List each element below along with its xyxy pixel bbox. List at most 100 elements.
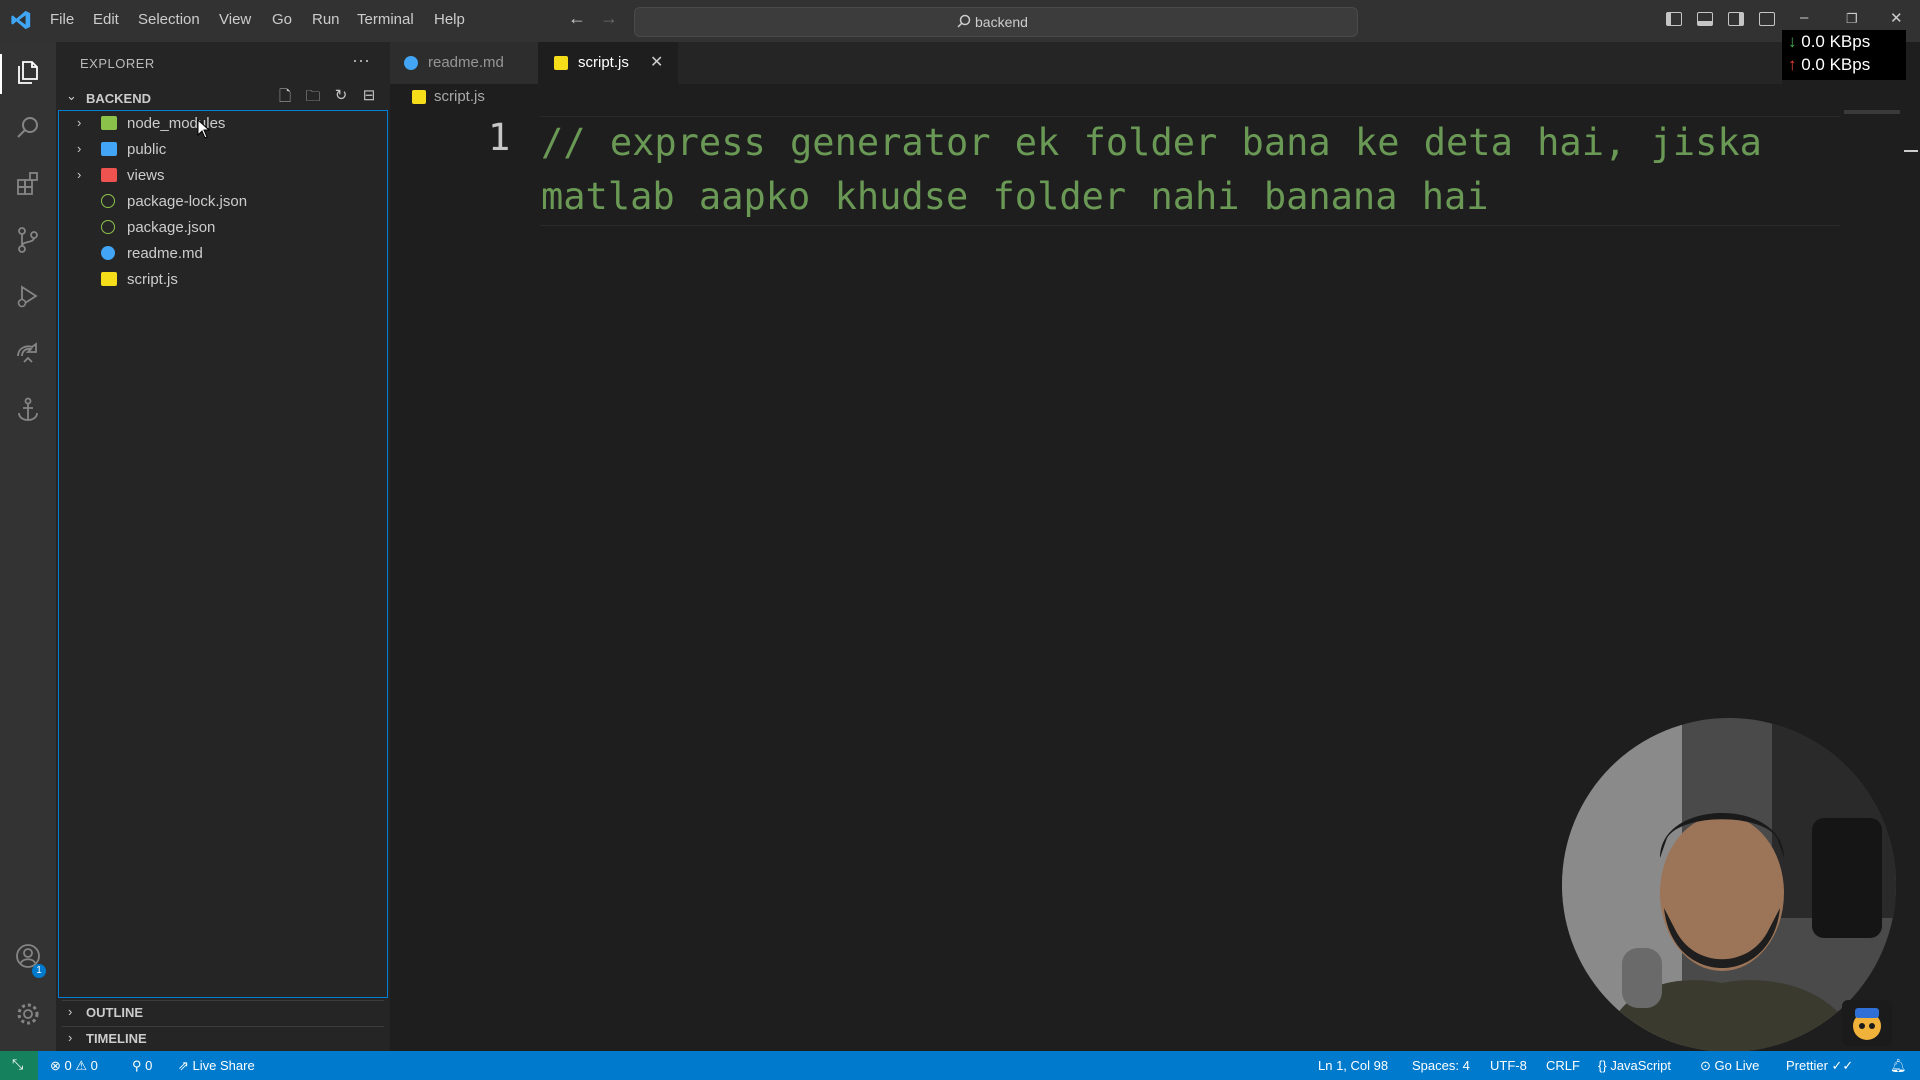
tree-item-package-json[interactable]: package.json [71, 215, 381, 241]
menu-help[interactable]: Help [434, 11, 465, 28]
language-label: JavaScript [1610, 1058, 1672, 1073]
new-folder-icon[interactable]: 🗀 [304, 86, 322, 105]
tree-item-package-lock-json[interactable]: package-lock.json [71, 189, 381, 215]
live-share-label: Live Share [192, 1058, 255, 1073]
menu-terminal[interactable]: Terminal [357, 11, 414, 28]
go-live-button[interactable]: ⊙ Go Live [1700, 1058, 1759, 1074]
cursor-position[interactable]: Ln 1, Col 98 [1318, 1058, 1388, 1073]
scrollbar-marker [1904, 150, 1918, 152]
more-actions-icon[interactable]: ··· [352, 50, 370, 71]
tree-item-node-modules[interactable]: › node_modules [71, 111, 381, 137]
toggle-primary-sidebar-icon[interactable] [1666, 12, 1682, 26]
error-icon: ⊗ [50, 1058, 61, 1073]
live-share-button[interactable]: ⇗ Live Share [178, 1058, 255, 1074]
download-speed: ↓ 0.0 KBps [1788, 32, 1870, 52]
explorer-sidebar: EXPLORER ··· ⌄ BACKEND 🗋 🗀 ↻ ⊟ › node_mo… [56, 42, 390, 1051]
upload-speed-value: 0.0 KBps [1801, 55, 1871, 74]
folder-icon [101, 168, 117, 182]
tree-item-label: package-lock.json [127, 193, 248, 210]
menu-selection[interactable]: Selection [138, 11, 200, 28]
breadcrumb: script.js [390, 84, 1920, 110]
file-tree: › node_modules › public › views package-… [58, 110, 388, 998]
tree-item-label: views [127, 167, 165, 184]
tree-item-script-js[interactable]: script.js [71, 267, 381, 293]
tree-item-readme-md[interactable]: readme.md [71, 241, 381, 267]
js-file-icon [101, 272, 117, 286]
chevron-right-icon: › [77, 141, 82, 156]
json-file-icon [101, 194, 115, 208]
check-icon: ✓✓ [1831, 1058, 1854, 1073]
customize-layout-icon[interactable] [1759, 12, 1775, 26]
gear-icon[interactable] [14, 1000, 42, 1028]
info-icon [101, 246, 115, 260]
menu-go[interactable]: Go [272, 11, 292, 28]
warning-icon: ⚠ [75, 1058, 88, 1073]
line-ending[interactable]: CRLF [1546, 1058, 1580, 1073]
search-icon[interactable] [14, 114, 42, 142]
menu-view[interactable]: View [219, 11, 251, 28]
broadcast-icon: ⊙ [1700, 1058, 1711, 1073]
prettier-label: Prettier [1786, 1058, 1828, 1073]
chevron-down-icon: ⌄ [66, 88, 77, 103]
language-mode[interactable]: {} JavaScript [1598, 1058, 1671, 1073]
source-control-icon[interactable] [14, 226, 42, 254]
forward-arrow-icon[interactable]: → [600, 8, 618, 29]
active-indicator [0, 54, 2, 94]
section-label: TIMELINE [86, 1031, 147, 1046]
minimize-icon[interactable]: – [1800, 9, 1808, 26]
prettier-status[interactable]: Prettier ✓✓ [1786, 1058, 1853, 1074]
restore-icon[interactable]: ❐ [1846, 11, 1858, 27]
extensions-icon[interactable] [14, 170, 42, 198]
indentation[interactable]: Spaces: 4 [1412, 1058, 1470, 1073]
search-icon [957, 14, 971, 28]
run-debug-icon[interactable] [14, 282, 42, 310]
remote-indicator[interactable]: ⤡ [0, 1051, 38, 1080]
toggle-secondary-sidebar-icon[interactable] [1728, 12, 1744, 26]
problems-indicator[interactable]: ⊗ 0 ⚠ 0 [50, 1058, 98, 1074]
remote-explorer-icon[interactable] [14, 340, 42, 368]
explorer-title: EXPLORER [80, 56, 155, 71]
encoding[interactable]: UTF-8 [1490, 1058, 1527, 1073]
menu-run[interactable]: Run [312, 11, 340, 28]
chevron-right-icon: › [68, 1004, 73, 1019]
download-speed-value: 0.0 KBps [1801, 32, 1871, 51]
breadcrumb-item[interactable]: script.js [434, 88, 485, 105]
collapse-all-icon[interactable]: ⊟ [360, 86, 378, 104]
tree-item-label: public [127, 141, 167, 158]
toggle-panel-icon[interactable] [1697, 12, 1713, 26]
tab-readme-md[interactable]: readme.md [390, 42, 538, 84]
outline-section-header[interactable]: › OUTLINE [62, 1000, 384, 1025]
code-line[interactable]: // express generator ek folder bana ke d… [541, 116, 1801, 224]
download-arrow-icon: ↓ [1788, 32, 1797, 51]
back-arrow-icon[interactable]: ← [568, 8, 586, 29]
title-bar: File Edit Selection View Go Run Terminal… [0, 0, 1920, 42]
close-window-icon[interactable]: ✕ [1890, 9, 1903, 27]
upload-speed: ↑ 0.0 KBps [1788, 55, 1870, 75]
tree-item-label: script.js [127, 271, 178, 288]
timeline-section-header[interactable]: › TIMELINE [62, 1026, 384, 1051]
accounts-badge: 1 [32, 964, 46, 978]
tab-script-js[interactable]: script.js ✕ [538, 42, 678, 84]
editor-tab-bar: readme.md script.js ✕ [390, 42, 1782, 84]
explorer-icon[interactable] [14, 58, 42, 86]
refresh-icon[interactable]: ↻ [332, 86, 350, 104]
notifications-bell-icon[interactable]: 🔔︎ [1890, 1058, 1907, 1074]
menu-edit[interactable]: Edit [93, 11, 119, 28]
folder-icon [101, 116, 117, 130]
menu-file[interactable]: File [50, 11, 74, 28]
tree-item-public[interactable]: › public [71, 137, 381, 163]
anchor-icon[interactable] [14, 396, 42, 424]
chevron-right-icon: › [77, 115, 82, 130]
ports-indicator[interactable]: ⚲ 0 [132, 1058, 152, 1074]
minimap[interactable] [1844, 110, 1900, 114]
folder-icon [101, 142, 117, 156]
line-number: 1 [488, 116, 511, 159]
tree-item-views[interactable]: › views [71, 163, 381, 189]
section-label: OUTLINE [86, 1005, 144, 1020]
js-file-icon [412, 90, 426, 104]
new-file-icon[interactable]: 🗋 [276, 86, 294, 105]
ports-count: 0 [145, 1058, 153, 1073]
close-tab-icon[interactable]: ✕ [650, 52, 663, 72]
mouse-cursor-icon [197, 119, 211, 139]
command-center-search[interactable]: backend [634, 7, 1358, 37]
